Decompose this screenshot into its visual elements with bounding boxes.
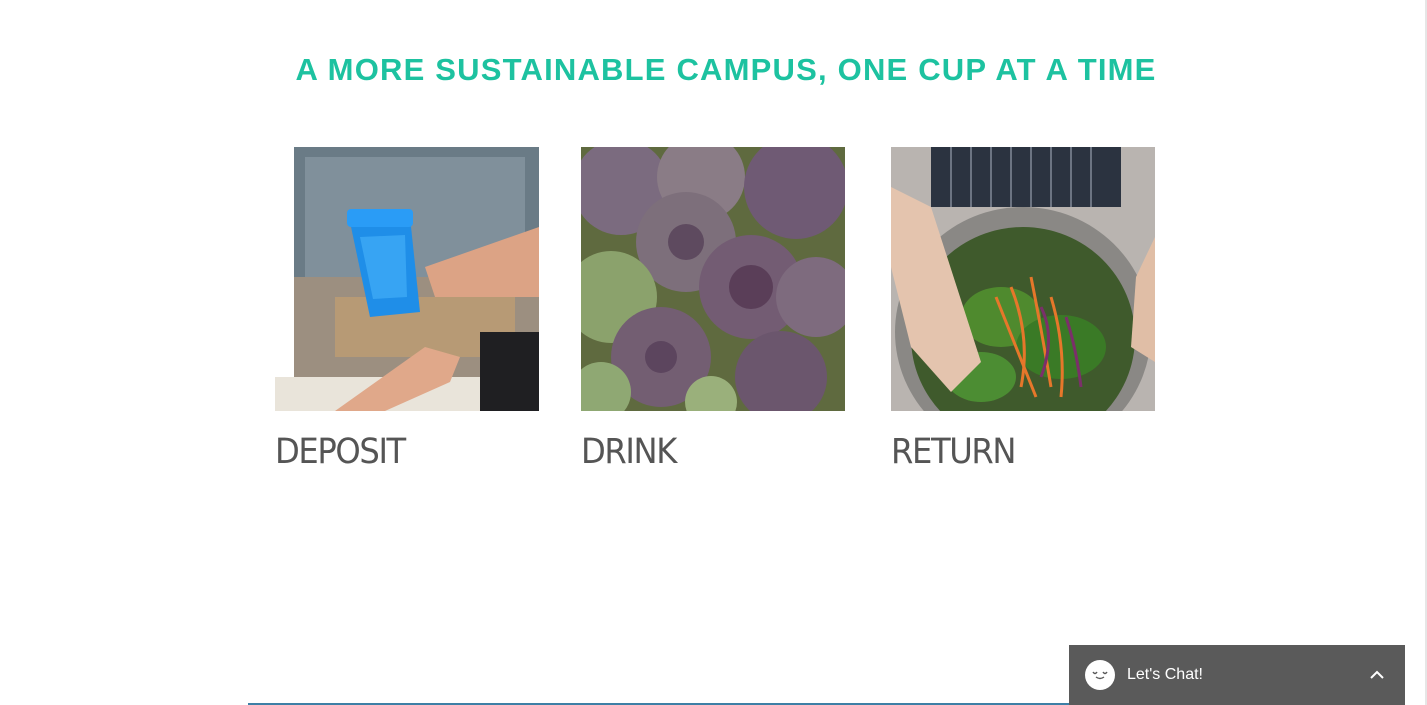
salad-bowl-photo	[891, 147, 1155, 411]
card-drink: DRINK	[581, 147, 845, 472]
artichokes-photo	[581, 147, 845, 411]
blue-cup-handoff-photo	[275, 147, 539, 411]
card-deposit: DEPOSIT	[275, 147, 539, 472]
chat-bubble-icon	[1085, 660, 1115, 690]
card-label-drink: DRINK	[581, 432, 677, 472]
card-label-deposit: DEPOSIT	[275, 432, 406, 472]
chat-widget[interactable]: Let's Chat!	[1069, 645, 1405, 705]
chat-label: Let's Chat!	[1127, 666, 1203, 683]
page: A MORE SUSTAINABLE CAMPUS, ONE CUP AT A …	[0, 0, 1427, 705]
section-headline: A MORE SUSTAINABLE CAMPUS, ONE CUP AT A …	[295, 52, 1157, 87]
card-label-return: RETURN	[891, 432, 1017, 472]
card-return: RETURN	[891, 147, 1155, 472]
chevron-up-icon[interactable]	[1367, 665, 1387, 685]
